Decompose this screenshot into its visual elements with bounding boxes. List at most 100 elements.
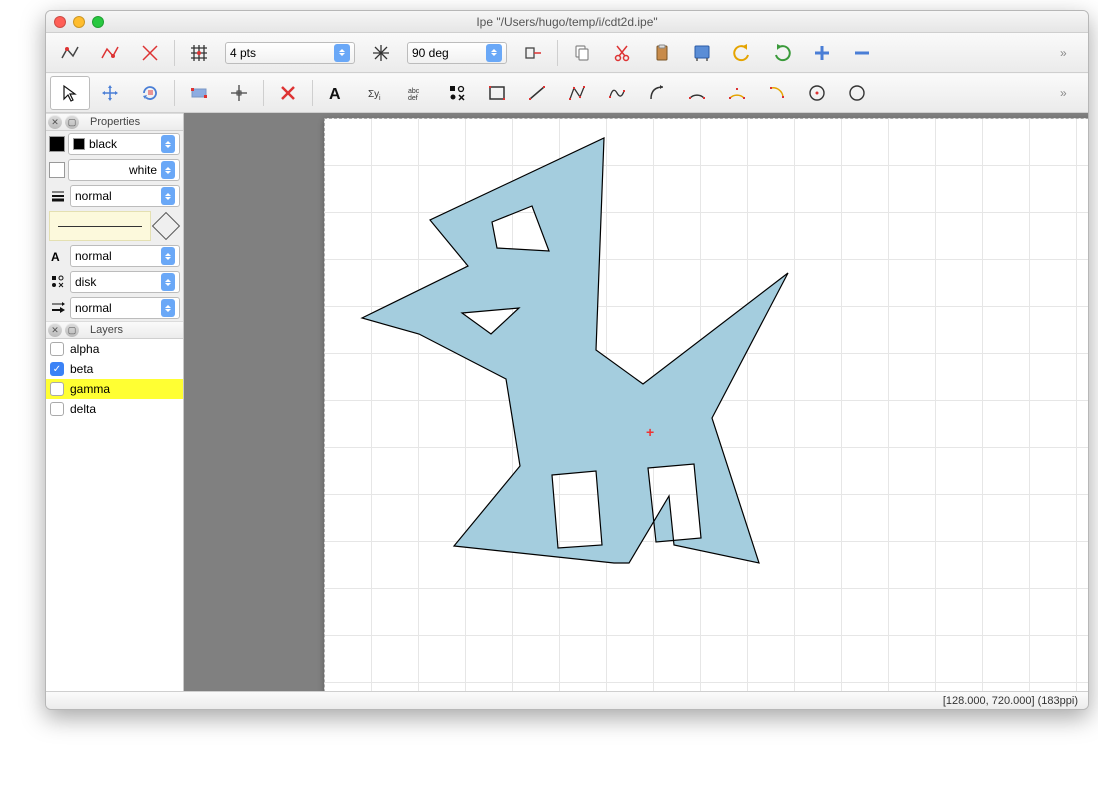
circle-tool-button[interactable] <box>797 76 837 110</box>
drawing-svg <box>324 118 1088 691</box>
fill-swatch[interactable] <box>49 162 65 178</box>
toolbar-tools: A Σyi abcdef » <box>46 73 1088 113</box>
dog-polygon-shape[interactable] <box>362 138 788 563</box>
dropdown-arrow-icon <box>161 299 175 317</box>
snap-intersect-button[interactable] <box>130 36 170 70</box>
snap-grid-button[interactable] <box>179 36 219 70</box>
text-size-icon: A <box>49 247 67 265</box>
snap-vertex-button[interactable] <box>50 36 90 70</box>
copy-button[interactable] <box>562 36 602 70</box>
dropdown-arrow-icon <box>486 44 502 62</box>
line-options-icon[interactable] <box>152 212 180 240</box>
arrow-size-icon <box>49 299 67 317</box>
layers-title: Layers <box>90 324 123 336</box>
window-minimize-icon[interactable] <box>73 16 85 28</box>
zoom-in-button[interactable] <box>802 36 842 70</box>
layer-visibility-checkbox[interactable]: ✓ <box>50 362 64 376</box>
angle-size-value: 90 deg <box>412 46 449 60</box>
snap-control-button[interactable] <box>90 36 130 70</box>
math-tool-button[interactable]: Σyi <box>357 76 397 110</box>
label-tool-button[interactable]: A <box>317 76 357 110</box>
status-text: [128.000, 720.000] (183ppi) <box>943 695 1078 707</box>
rectangle-tool-button[interactable] <box>477 76 517 110</box>
splinegon-tool-button[interactable] <box>597 76 637 110</box>
zoom-out-button[interactable] <box>842 36 882 70</box>
fill-color-select[interactable]: white <box>68 159 180 181</box>
layer-name-label: delta <box>70 402 96 416</box>
stretch-tool-button[interactable] <box>179 76 219 110</box>
layer-visibility-checkbox[interactable] <box>50 342 64 356</box>
dropdown-arrow-icon <box>334 44 350 62</box>
spline-tool-button[interactable] <box>637 76 677 110</box>
layer-visibility-checkbox[interactable] <box>50 402 64 416</box>
sidebar: ✕ ▢ Properties black white <box>46 113 184 691</box>
layer-name-label: beta <box>70 362 93 376</box>
arc-tool-button[interactable] <box>677 76 717 110</box>
titlebar: Ipe "/Users/hugo/temp/i/cdt2d.ipe" <box>46 11 1088 33</box>
symbol-style-label: disk <box>75 275 96 289</box>
properties-title: Properties <box>90 116 140 128</box>
grid-size-select[interactable]: 4 pts <box>225 42 355 64</box>
svg-text:A: A <box>51 250 60 263</box>
stroke-swatch[interactable] <box>49 136 65 152</box>
layer-item[interactable]: ✓ beta <box>46 359 183 379</box>
line-width-icon <box>49 187 67 205</box>
undo-button[interactable] <box>722 36 762 70</box>
window-title: Ipe "/Users/hugo/temp/i/cdt2d.ipe" <box>476 15 657 29</box>
dropdown-arrow-icon <box>161 187 175 205</box>
angle-size-select[interactable]: 90 deg <box>407 42 507 64</box>
line-style-label: normal <box>75 189 112 203</box>
layer-visibility-checkbox[interactable] <box>50 382 64 396</box>
panel-close-icon[interactable]: ✕ <box>48 115 62 129</box>
circle3-tool-button[interactable] <box>837 76 877 110</box>
cut-button[interactable] <box>602 36 642 70</box>
text-style-select[interactable]: normal <box>70 245 180 267</box>
pan-tool-button[interactable] <box>219 76 259 110</box>
toolbar-snap: 4 pts 90 deg » <box>46 33 1088 73</box>
arc2-tool-button[interactable] <box>717 76 757 110</box>
arrow-style-select[interactable]: normal <box>70 297 180 319</box>
stroke-mini-swatch <box>73 138 85 150</box>
svg-text:abc: abc <box>408 88 420 95</box>
layer-item[interactable]: gamma <box>46 379 183 399</box>
dropdown-arrow-icon <box>161 247 175 265</box>
toolbar-overflow-icon[interactable]: » <box>1060 46 1078 60</box>
line-style-select[interactable]: normal <box>70 185 180 207</box>
paragraph-tool-button[interactable]: abcdef <box>397 76 437 110</box>
layer-item[interactable]: alpha <box>46 339 183 359</box>
symbol-style-select[interactable]: disk <box>70 271 180 293</box>
arrow-style-label: normal <box>75 301 112 315</box>
snap-auto-button[interactable] <box>513 36 553 70</box>
snap-angle-button[interactable] <box>361 36 401 70</box>
svg-text:def: def <box>408 95 418 102</box>
canvas[interactable]: + <box>184 113 1088 691</box>
svg-text:i: i <box>379 95 381 102</box>
arc3-tool-button[interactable] <box>757 76 797 110</box>
panel-pop-icon[interactable]: ▢ <box>65 115 79 129</box>
polyline-tool-button[interactable] <box>557 76 597 110</box>
window-maximize-icon[interactable] <box>92 16 104 28</box>
line-preview[interactable] <box>49 211 151 241</box>
layer-name-label: gamma <box>70 382 110 396</box>
symbol-icon <box>49 273 67 291</box>
panel-pop-icon[interactable]: ▢ <box>65 323 79 337</box>
text-style-label: normal <box>75 249 112 263</box>
toolbar-overflow-icon[interactable]: » <box>1060 86 1078 100</box>
line-tool-button[interactable] <box>517 76 557 110</box>
panel-close-icon[interactable]: ✕ <box>48 323 62 337</box>
select-tool-button[interactable] <box>50 76 90 110</box>
layer-name-label: alpha <box>70 342 99 356</box>
paste-button[interactable] <box>642 36 682 70</box>
redo-button[interactable] <box>762 36 802 70</box>
svg-text:Σy: Σy <box>368 89 379 100</box>
layer-item[interactable]: delta <box>46 399 183 419</box>
mark-tool-button[interactable] <box>437 76 477 110</box>
translate-tool-button[interactable] <box>90 76 130 110</box>
stroke-color-select[interactable]: black <box>68 133 180 155</box>
rotate-tool-button[interactable] <box>130 76 170 110</box>
delete-button[interactable] <box>682 36 722 70</box>
window-close-icon[interactable] <box>54 16 66 28</box>
shred-tool-button[interactable] <box>268 76 308 110</box>
layers-panel-header: ✕ ▢ Layers <box>46 321 183 339</box>
stroke-label: black <box>89 137 117 151</box>
